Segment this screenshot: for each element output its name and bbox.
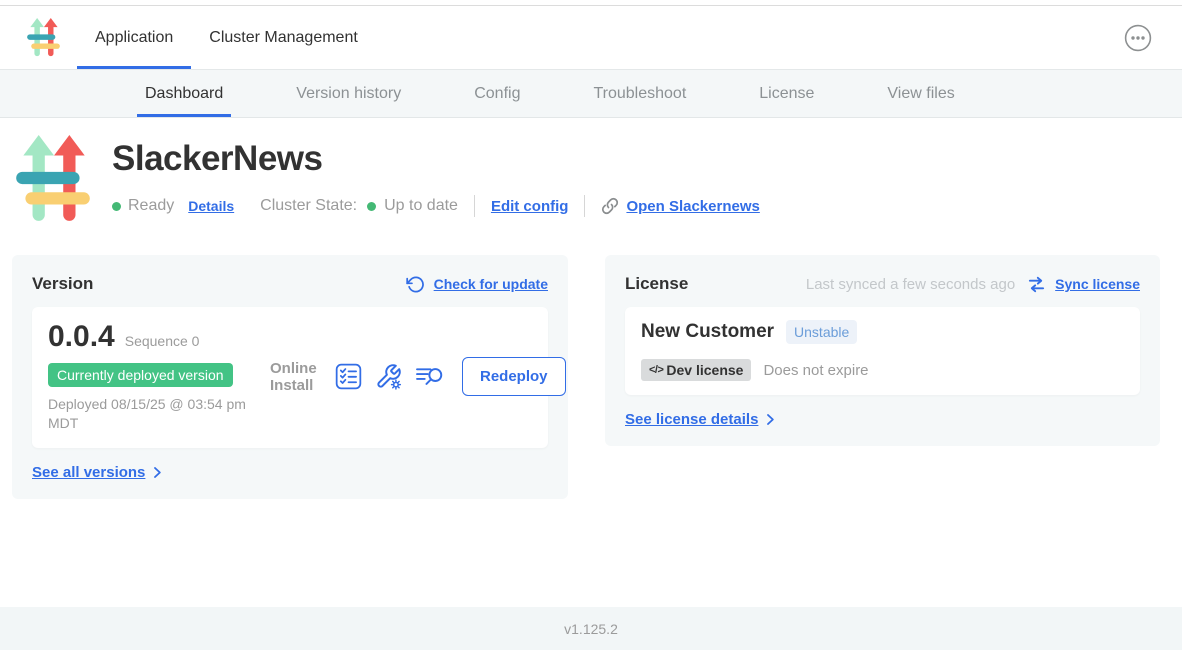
- version-config-button[interactable]: [375, 363, 402, 390]
- check-for-update-label: Check for update: [434, 276, 548, 292]
- admin-console-page: Application Cluster Management Dashboard…: [0, 0, 1182, 655]
- license-type-badge: </> Dev license: [641, 359, 751, 381]
- subnav-tab-troubleshoot-label: Troubleshoot: [593, 85, 686, 103]
- ellipsis-circle-icon: [1124, 24, 1152, 52]
- channel-badge: Unstable: [786, 320, 857, 344]
- open-app-link-label: Open Slackernews: [626, 198, 759, 215]
- swap-arrows-icon: [1027, 276, 1046, 293]
- subnav-tab-config[interactable]: Config: [466, 70, 528, 117]
- chevron-right-icon: [153, 466, 162, 479]
- status-details-link[interactable]: Details: [188, 198, 234, 214]
- app-header-info: SlackerNews Ready Details Cluster State:…: [112, 135, 760, 225]
- overflow-menu-button[interactable]: [1124, 24, 1152, 52]
- version-number: 0.0.4: [48, 320, 115, 354]
- app-subnav: Dashboard Version history Config Trouble…: [0, 70, 1182, 118]
- page-footer: v1.125.2: [0, 607, 1182, 650]
- divider: [474, 195, 475, 217]
- customer-row: New Customer Unstable: [641, 320, 1124, 344]
- version-card-title: Version: [32, 274, 93, 294]
- subnav-tab-license[interactable]: License: [751, 70, 822, 117]
- install-type-label: Online Install: [270, 360, 322, 395]
- check-for-update[interactable]: Check for update: [406, 275, 548, 294]
- app-header: SlackerNews Ready Details Cluster State:…: [16, 135, 760, 225]
- see-license-details-label: See license details: [625, 411, 758, 428]
- see-license-details-link[interactable]: See license details: [625, 411, 1140, 428]
- deployed-badge: Currently deployed version: [48, 363, 233, 387]
- refresh-icon: [406, 275, 425, 294]
- subnav-tab-version-history[interactable]: Version history: [288, 70, 409, 117]
- tab-application[interactable]: Application: [77, 6, 191, 69]
- subnav-tab-dashboard[interactable]: Dashboard: [137, 70, 231, 117]
- page-title: SlackerNews: [112, 139, 760, 179]
- app-status-dot: [112, 202, 121, 211]
- current-version-panel: 0.0.4 Sequence 0 Currently deployed vers…: [32, 307, 548, 448]
- license-type-label: Dev license: [666, 362, 743, 378]
- sync-license-label: Sync license: [1055, 276, 1140, 292]
- view-logs-button[interactable]: [415, 364, 446, 389]
- app-logo-large-icon: [16, 135, 90, 225]
- app-status-row: Ready Details Cluster State: Up to date …: [112, 195, 760, 217]
- cluster-state-dot: [367, 202, 376, 211]
- chain-link-icon: [601, 197, 619, 215]
- subnav-tab-troubleshoot[interactable]: Troubleshoot: [585, 70, 694, 117]
- tab-cluster-management[interactable]: Cluster Management: [191, 6, 376, 69]
- sync-license-link[interactable]: Sync license: [1027, 276, 1140, 293]
- cluster-state-label: Cluster State:: [260, 197, 357, 215]
- checklist-icon: [335, 363, 362, 390]
- primary-tabs: Application Cluster Management: [77, 6, 376, 69]
- top-nav: Application Cluster Management: [0, 5, 1182, 70]
- sequence-label: Sequence 0: [125, 333, 200, 349]
- tab-cluster-management-label: Cluster Management: [209, 29, 358, 47]
- subnav-tab-view-files-label: View files: [887, 85, 954, 103]
- wrench-gear-icon: [375, 363, 402, 390]
- subnav-tab-version-history-label: Version history: [296, 85, 401, 103]
- deployed-timestamp: Deployed 08/15/25 @ 03:54 pm MDT: [48, 395, 248, 434]
- version-card-header: Version Check for update: [32, 274, 548, 294]
- edit-config-link[interactable]: Edit config: [491, 198, 569, 215]
- version-actions: Online Install: [270, 357, 566, 396]
- chevron-right-icon: [766, 413, 775, 426]
- license-type-row: </> Dev license Does not expire: [641, 359, 1124, 381]
- version-card: Version Check for update 0.0.4 Sequence …: [12, 255, 568, 499]
- license-panel: New Customer Unstable </> Dev license Do…: [625, 307, 1140, 395]
- tab-application-label: Application: [95, 29, 173, 47]
- open-app-link[interactable]: Open Slackernews: [601, 197, 759, 215]
- redeploy-button[interactable]: Redeploy: [462, 357, 566, 396]
- subnav-tab-dashboard-label: Dashboard: [145, 85, 223, 103]
- expiration-label: Does not expire: [763, 362, 868, 379]
- file-search-icon: [415, 364, 446, 389]
- dashboard-cards: Version Check for update 0.0.4 Sequence …: [12, 255, 1160, 499]
- customer-name: New Customer: [641, 321, 774, 343]
- see-all-versions-link[interactable]: See all versions: [32, 464, 548, 481]
- see-all-versions-label: See all versions: [32, 464, 145, 481]
- license-card: License Last synced a few seconds ago Sy…: [605, 255, 1160, 446]
- license-card-header: License Last synced a few seconds ago Sy…: [625, 274, 1140, 294]
- preflight-checks-button[interactable]: [335, 363, 362, 390]
- subnav-tab-view-files[interactable]: View files: [879, 70, 962, 117]
- subnav-tab-config-label: Config: [474, 85, 520, 103]
- license-card-title: License: [625, 274, 688, 294]
- divider: [584, 195, 585, 217]
- subnav-tab-license-label: License: [759, 85, 814, 103]
- version-info: 0.0.4 Sequence 0 Currently deployed vers…: [48, 320, 270, 434]
- cluster-state-value: Up to date: [384, 197, 458, 215]
- app-logo-icon: [26, 18, 61, 58]
- app-status-label: Ready: [128, 197, 174, 215]
- console-version-label: v1.125.2: [564, 621, 618, 637]
- code-icon: </>: [649, 364, 663, 376]
- last-synced-label: Last synced a few seconds ago: [806, 276, 1015, 293]
